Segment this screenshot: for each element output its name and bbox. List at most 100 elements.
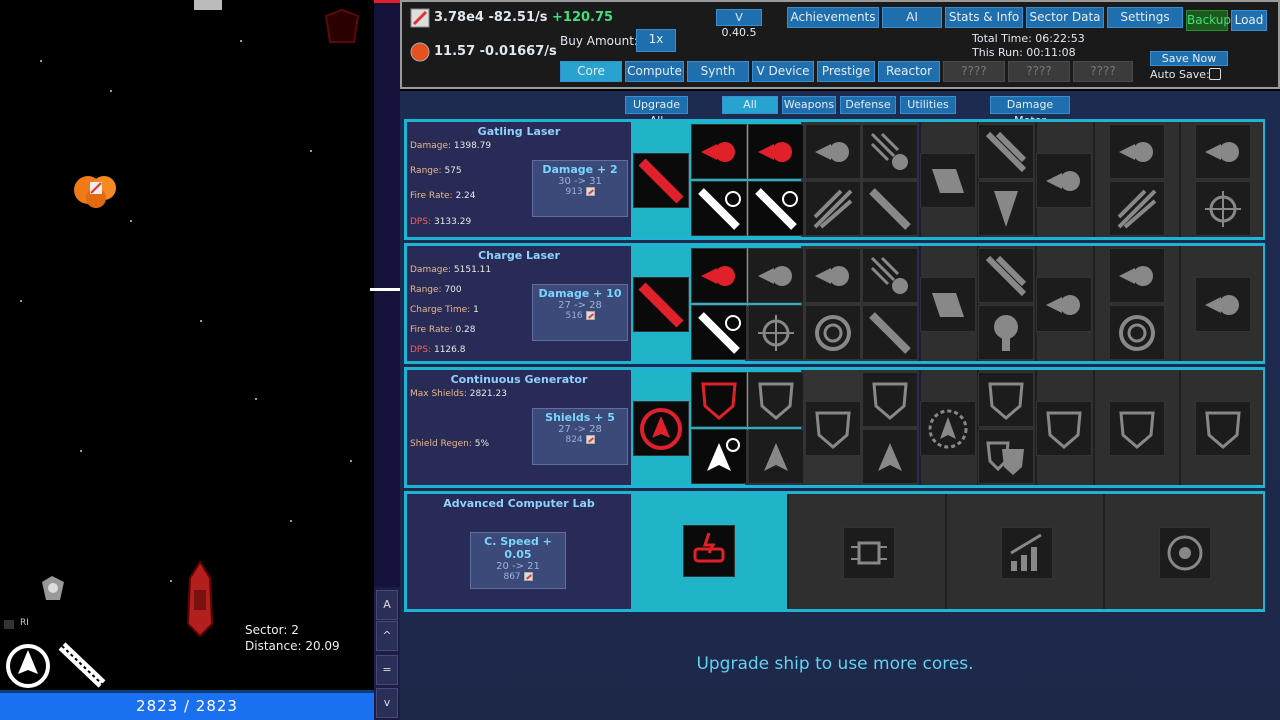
filter-all[interactable]: All <box>722 96 778 114</box>
shield-red-icon[interactable] <box>691 372 747 427</box>
module-info: Charge Laser Damage: 5151.11 Range: 700 … <box>407 246 631 361</box>
filter-defense[interactable]: Defense <box>840 96 896 114</box>
fireball-grey-icon[interactable] <box>748 248 804 303</box>
ship-charge-icon[interactable] <box>748 429 804 484</box>
save-now-button[interactable]: Save Now <box>1150 51 1228 66</box>
bomber-icon[interactable] <box>920 153 976 208</box>
tab-locked-2: ???? <box>1008 61 1070 82</box>
power-red-icon[interactable] <box>683 525 735 577</box>
module-gatling-laser: Gatling Laser Damage: 1398.79 Range: 575… <box>404 119 1265 240</box>
sector-info: Sector: 2 Distance: 20.09 <box>245 622 340 654</box>
credits-icon <box>585 435 595 444</box>
target-icon[interactable] <box>748 305 804 360</box>
sector-data-button[interactable]: Sector Data <box>1026 7 1104 28</box>
fireball-grey-icon-4[interactable] <box>1195 124 1251 179</box>
shield-grey-icon-4[interactable] <box>1036 401 1092 456</box>
sector-label: Sector: 2 <box>245 623 299 637</box>
buy-amount-button[interactable]: 1x <box>636 29 676 52</box>
shield-grey-icon-6[interactable] <box>1195 401 1251 456</box>
stat-fire-rate: Fire Rate: 2.24 <box>410 191 476 201</box>
fireball-grey-icon-3[interactable] <box>1109 124 1165 179</box>
module-info: Advanced Computer Lab C. Speed + 0.05 20… <box>407 494 631 609</box>
ship-hourglass-grey-icon[interactable] <box>862 429 918 484</box>
spread-shot-icon[interactable] <box>805 181 861 236</box>
fireball-grey-icon-2[interactable] <box>1036 153 1092 208</box>
shield-grey-icon-5[interactable] <box>1109 401 1165 456</box>
fireball-grey-icon-2[interactable] <box>805 248 861 303</box>
fireball-red-icon[interactable] <box>691 248 747 303</box>
load-button[interactable]: Load <box>1231 10 1267 31</box>
gatling-laser-red-icon[interactable] <box>633 153 689 208</box>
bomber-icon[interactable] <box>920 277 976 332</box>
spread-shot-icon-2[interactable] <box>1109 181 1165 236</box>
fireball-grey-icon[interactable] <box>805 124 861 179</box>
generator-red-icon[interactable] <box>633 401 689 456</box>
game-viewport[interactable]: Sector: 2 Distance: 20.09 RI <box>0 0 374 693</box>
nuke-icon[interactable] <box>978 305 1034 360</box>
crosshair-icon-2[interactable] <box>1109 305 1165 360</box>
fireball-grey-icon-3[interactable] <box>1036 277 1092 332</box>
target-icon[interactable] <box>1195 181 1251 236</box>
strip-button-up[interactable]: ^ <box>376 621 398 651</box>
settings-button[interactable]: Settings <box>1107 7 1183 28</box>
shield-grey-icon[interactable] <box>748 372 804 427</box>
upgrade-button[interactable]: Shields + 5 27 -> 28 824 <box>532 408 628 465</box>
tab-reactor[interactable]: Reactor <box>878 61 940 82</box>
laser-hourglass-icon[interactable] <box>691 305 747 360</box>
tab-compute[interactable]: Compute <box>625 61 684 82</box>
fireball-red-icon-2[interactable] <box>748 124 804 179</box>
credits-icon <box>523 572 533 581</box>
strike-icon[interactable] <box>978 248 1034 303</box>
stat-dps: DPS: 3133.29 <box>410 217 472 227</box>
strike-icon[interactable] <box>978 124 1034 179</box>
tab-v-device[interactable]: V Device <box>752 61 814 82</box>
shield-cluster-icon[interactable] <box>978 372 1034 427</box>
circuit-icon[interactable] <box>843 527 895 579</box>
stats-info-button[interactable]: Stats & Info <box>945 7 1023 28</box>
laser-charge-icon[interactable] <box>691 181 747 236</box>
upgrade-all-button[interactable]: Upgrade All <box>625 96 688 127</box>
shield-grey-icon-3[interactable] <box>862 372 918 427</box>
double-shield-icon[interactable] <box>978 429 1034 484</box>
meteor-icon[interactable] <box>862 248 918 303</box>
upgrade-button[interactable]: C. Speed + 0.05 20 -> 21 867 <box>470 532 566 589</box>
upgrade-button[interactable]: Damage + 10 27 -> 28 516 <box>532 284 628 341</box>
ri-toggle[interactable] <box>4 620 14 629</box>
filter-utilities[interactable]: Utilities <box>900 96 956 114</box>
shield-grey-icon-2[interactable] <box>805 401 861 456</box>
laser-upgrade-icon[interactable] <box>862 181 918 236</box>
module-title: Gatling Laser <box>477 125 561 138</box>
filter-weapons[interactable]: Weapons <box>782 96 836 114</box>
tab-core[interactable]: Core <box>560 61 622 82</box>
tab-synth[interactable]: Synth <box>687 61 749 82</box>
shield-slot-icon[interactable] <box>2 640 54 690</box>
backup-button[interactable]: Backup <box>1186 10 1231 31</box>
stat-charge-time: Charge Time: 1 <box>410 305 479 315</box>
fireball-grey-icon-4[interactable] <box>1109 248 1165 303</box>
strip-button-down[interactable]: v <box>376 688 398 718</box>
vortex-icon[interactable] <box>1159 527 1211 579</box>
drill-icon[interactable] <box>978 181 1034 236</box>
laser-charge-icon-2[interactable] <box>748 181 804 236</box>
meteor-icon[interactable] <box>862 124 918 179</box>
strip-button-equal[interactable]: = <box>376 655 398 685</box>
auto-save-checkbox[interactable] <box>1209 68 1221 80</box>
resource1-gain: +120.75 <box>552 10 614 25</box>
laser-slot-icon[interactable] <box>56 640 108 690</box>
fireball-red-icon[interactable] <box>691 124 747 179</box>
growth-chart-icon[interactable] <box>1001 527 1053 579</box>
crosshair-icon[interactable] <box>805 305 861 360</box>
upgrade-button[interactable]: Damage + 2 30 -> 31 913 <box>532 160 628 217</box>
ai-button[interactable]: AI <box>882 7 942 28</box>
stat-max-shields: Max Shields: 2821.23 <box>410 389 507 399</box>
charge-laser-red-icon[interactable] <box>633 277 689 332</box>
ship-hourglass-icon[interactable] <box>691 429 747 484</box>
top-panel: 3.78e4 -82.51/s +120.75 11.57 -0.01667/s… <box>400 0 1280 89</box>
achievements-button[interactable]: Achievements <box>787 7 879 28</box>
laser-upgrade-icon[interactable] <box>862 305 918 360</box>
ship-gear-icon[interactable] <box>920 401 976 456</box>
damage-meter-button[interactable]: Damage Meter <box>990 96 1070 127</box>
tab-prestige[interactable]: Prestige <box>817 61 875 82</box>
fireball-grey-icon-5[interactable] <box>1195 277 1251 332</box>
strip-button-a[interactable]: A <box>376 590 398 620</box>
